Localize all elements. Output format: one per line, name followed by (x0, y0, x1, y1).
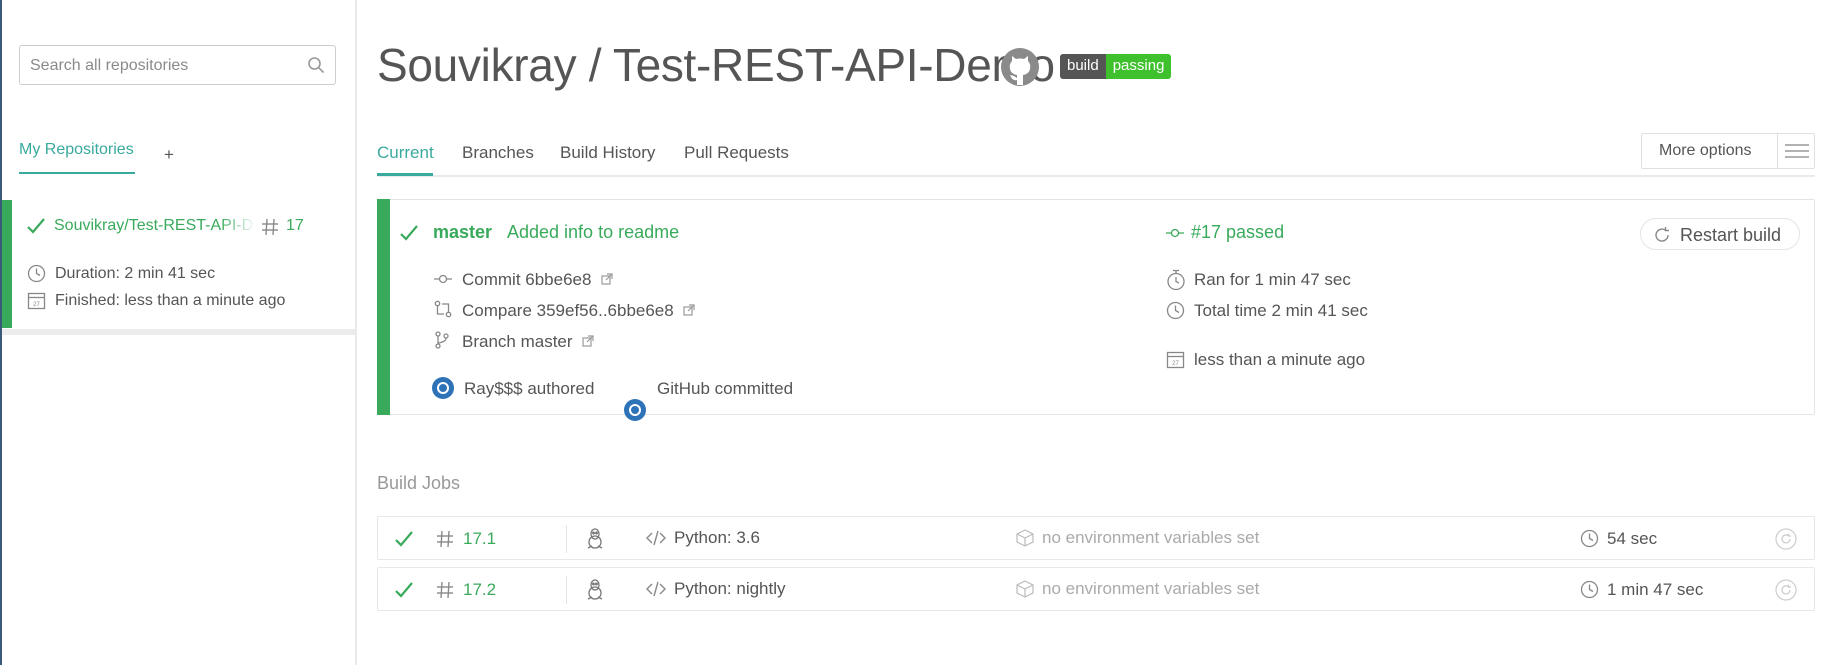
hash-icon (261, 218, 279, 236)
more-options-label: More options (1659, 142, 1752, 159)
build-number-link[interactable]: 17 (286, 217, 304, 235)
table-row[interactable]: 17.2 Python: nightly no environment vari… (377, 567, 1815, 611)
search-input[interactable]: Search all repositories (19, 45, 336, 85)
stopwatch-icon (1166, 269, 1186, 291)
tab-pull-requests[interactable]: Pull Requests (684, 143, 789, 163)
check-icon (394, 581, 414, 599)
menu-icon[interactable] (1785, 143, 1809, 159)
job-number-link[interactable]: 17.2 (463, 580, 496, 600)
commit-icon (434, 273, 452, 285)
check-icon (399, 224, 419, 242)
compare-link[interactable]: Compare 359ef56..6bbe6e8 (462, 301, 674, 321)
duration-text: Duration: 2 min 41 sec (55, 265, 216, 282)
finished-text: Finished: less than a minute ago (55, 292, 286, 309)
badge-value: passing (1105, 54, 1172, 79)
job-env: no environment variables set (1042, 579, 1260, 598)
total-time-text: Total time 2 min 41 sec (1194, 301, 1368, 320)
calendar-icon: 27 (27, 291, 46, 310)
branch-name[interactable]: master (433, 222, 492, 243)
box-icon (1016, 580, 1034, 598)
author-avatar (432, 377, 454, 399)
external-link-icon (683, 304, 695, 316)
build-status-badge[interactable]: build passing (1060, 54, 1172, 79)
tab-my-repositories[interactable]: My Repositories (19, 141, 134, 159)
job-language: Python: nightly (674, 579, 786, 598)
code-icon (646, 530, 666, 546)
build-status-bar (377, 199, 390, 415)
linux-icon (586, 528, 604, 550)
committer-text: GitHub committed (657, 379, 794, 398)
restart-job-icon[interactable] (1775, 528, 1797, 550)
tabs-divider (377, 175, 1815, 177)
job-language: Python: 3.6 (674, 528, 761, 547)
svg-text:27: 27 (33, 302, 40, 308)
clock-icon (27, 264, 46, 283)
page-title: Souvikray / Test-REST-API-Demo (377, 39, 1055, 91)
check-icon (26, 217, 46, 235)
job-env: no environment variables set (1042, 528, 1260, 547)
committer-avatar (624, 399, 646, 421)
divider (1777, 134, 1778, 168)
job-number-link[interactable]: 17.1 (463, 529, 496, 549)
commit-icon (1166, 227, 1184, 239)
restart-build-button[interactable]: Restart build (1640, 218, 1800, 250)
table-row[interactable]: 17.1 Python: 3.6 no environment variable… (377, 516, 1815, 560)
tab-build-history[interactable]: Build History (560, 143, 655, 163)
status-bar (2, 200, 12, 328)
add-repository-button[interactable]: + (164, 145, 174, 165)
svg-text:27: 27 (1172, 361, 1179, 367)
commit-link[interactable]: Commit 6bbe6e8 (462, 270, 591, 290)
hash-icon (436, 581, 454, 599)
active-tab-underline (377, 173, 433, 176)
tab-current[interactable]: Current (377, 143, 434, 163)
restart-job-icon[interactable] (1775, 579, 1797, 601)
tab-branches[interactable]: Branches (462, 143, 534, 163)
external-link-icon (582, 335, 594, 347)
ran-for-text: Ran for 1 min 47 sec (1194, 270, 1351, 289)
build-jobs-heading: Build Jobs (377, 473, 461, 493)
job-duration: 54 sec (1607, 529, 1658, 548)
search-icon (307, 56, 325, 74)
build-status-link[interactable]: #17 passed (1191, 222, 1284, 243)
divider (566, 525, 567, 553)
check-icon (394, 530, 414, 548)
calendar-icon: 27 (1166, 350, 1185, 369)
branch-link[interactable]: Branch master (462, 332, 573, 352)
clock-icon (1580, 580, 1599, 599)
search-placeholder: Search all repositories (30, 57, 189, 74)
github-icon[interactable] (1000, 47, 1040, 87)
text-fade (220, 214, 256, 238)
commit-message[interactable]: Added info to readme (507, 222, 679, 243)
tab-underline (19, 172, 135, 174)
author-text: Ray$$$ authored (464, 379, 595, 398)
finished-time-text: less than a minute ago (1194, 350, 1366, 369)
more-options-button[interactable]: More options (1641, 133, 1815, 169)
hash-icon (436, 530, 454, 548)
branch-icon (434, 331, 450, 349)
clock-icon (1166, 301, 1185, 320)
external-link-icon (601, 273, 613, 285)
job-duration: 1 min 47 sec (1607, 580, 1704, 599)
divider (2, 329, 355, 335)
clock-icon (1580, 529, 1599, 548)
divider (566, 576, 567, 604)
linux-icon (586, 579, 604, 601)
restart-icon (1653, 226, 1671, 244)
code-icon (646, 581, 666, 597)
restart-build-label: Restart build (1680, 225, 1782, 245)
box-icon (1016, 529, 1034, 547)
badge-label: build (1060, 54, 1106, 79)
compare-icon (434, 300, 452, 318)
